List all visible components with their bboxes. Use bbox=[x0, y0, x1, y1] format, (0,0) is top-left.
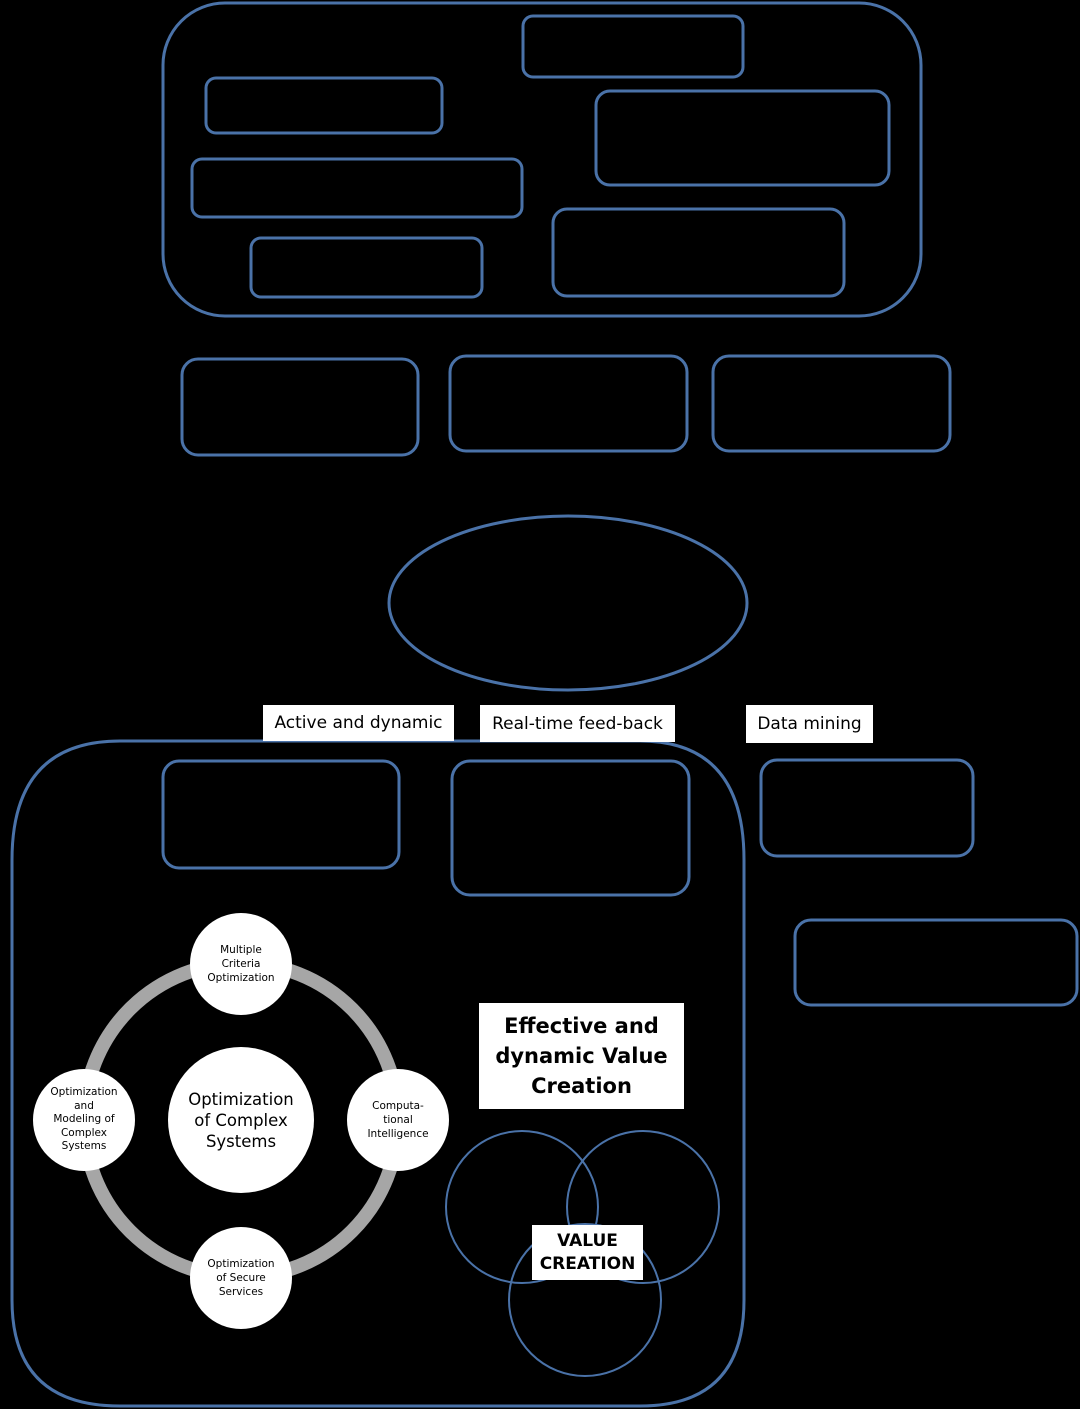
top-box-5 bbox=[551, 207, 846, 298]
top-box-2 bbox=[204, 76, 444, 135]
lower-box-3 bbox=[759, 758, 975, 858]
center-ellipse bbox=[387, 514, 749, 692]
middle-box-3 bbox=[711, 354, 952, 453]
value-creation-heading: Effective and dynamic Value Creation bbox=[479, 1003, 684, 1109]
cycle-node-bottom: Optimization of Secure Services bbox=[190, 1227, 292, 1329]
label-active-dynamic: Active and dynamic bbox=[263, 705, 454, 741]
cycle-center-node: Optimization of Complex Systems bbox=[168, 1047, 314, 1193]
lower-box-2 bbox=[450, 759, 691, 897]
cycle-node-left: Optimization and Modeling of Complex Sys… bbox=[33, 1069, 135, 1171]
venn-label: VALUE CREATION bbox=[532, 1225, 643, 1280]
cycle-node-top: Multiple Criteria Optimization bbox=[190, 913, 292, 1015]
label-realtime-feedback: Real-time feed-back bbox=[480, 705, 675, 742]
cycle-node-right: Computa- tional Intelligence bbox=[347, 1069, 449, 1171]
label-data-mining: Data mining bbox=[746, 705, 873, 743]
top-box-4 bbox=[190, 157, 524, 219]
top-box-1 bbox=[521, 14, 745, 79]
lower-box-4 bbox=[793, 918, 1079, 1007]
diagram-canvas: Active and dynamic Real-time feed-back D… bbox=[0, 0, 1080, 1409]
top-box-6 bbox=[249, 236, 484, 299]
top-box-3 bbox=[594, 89, 891, 187]
middle-box-1 bbox=[180, 357, 420, 457]
lower-box-1 bbox=[161, 759, 401, 870]
middle-box-2 bbox=[448, 354, 689, 453]
